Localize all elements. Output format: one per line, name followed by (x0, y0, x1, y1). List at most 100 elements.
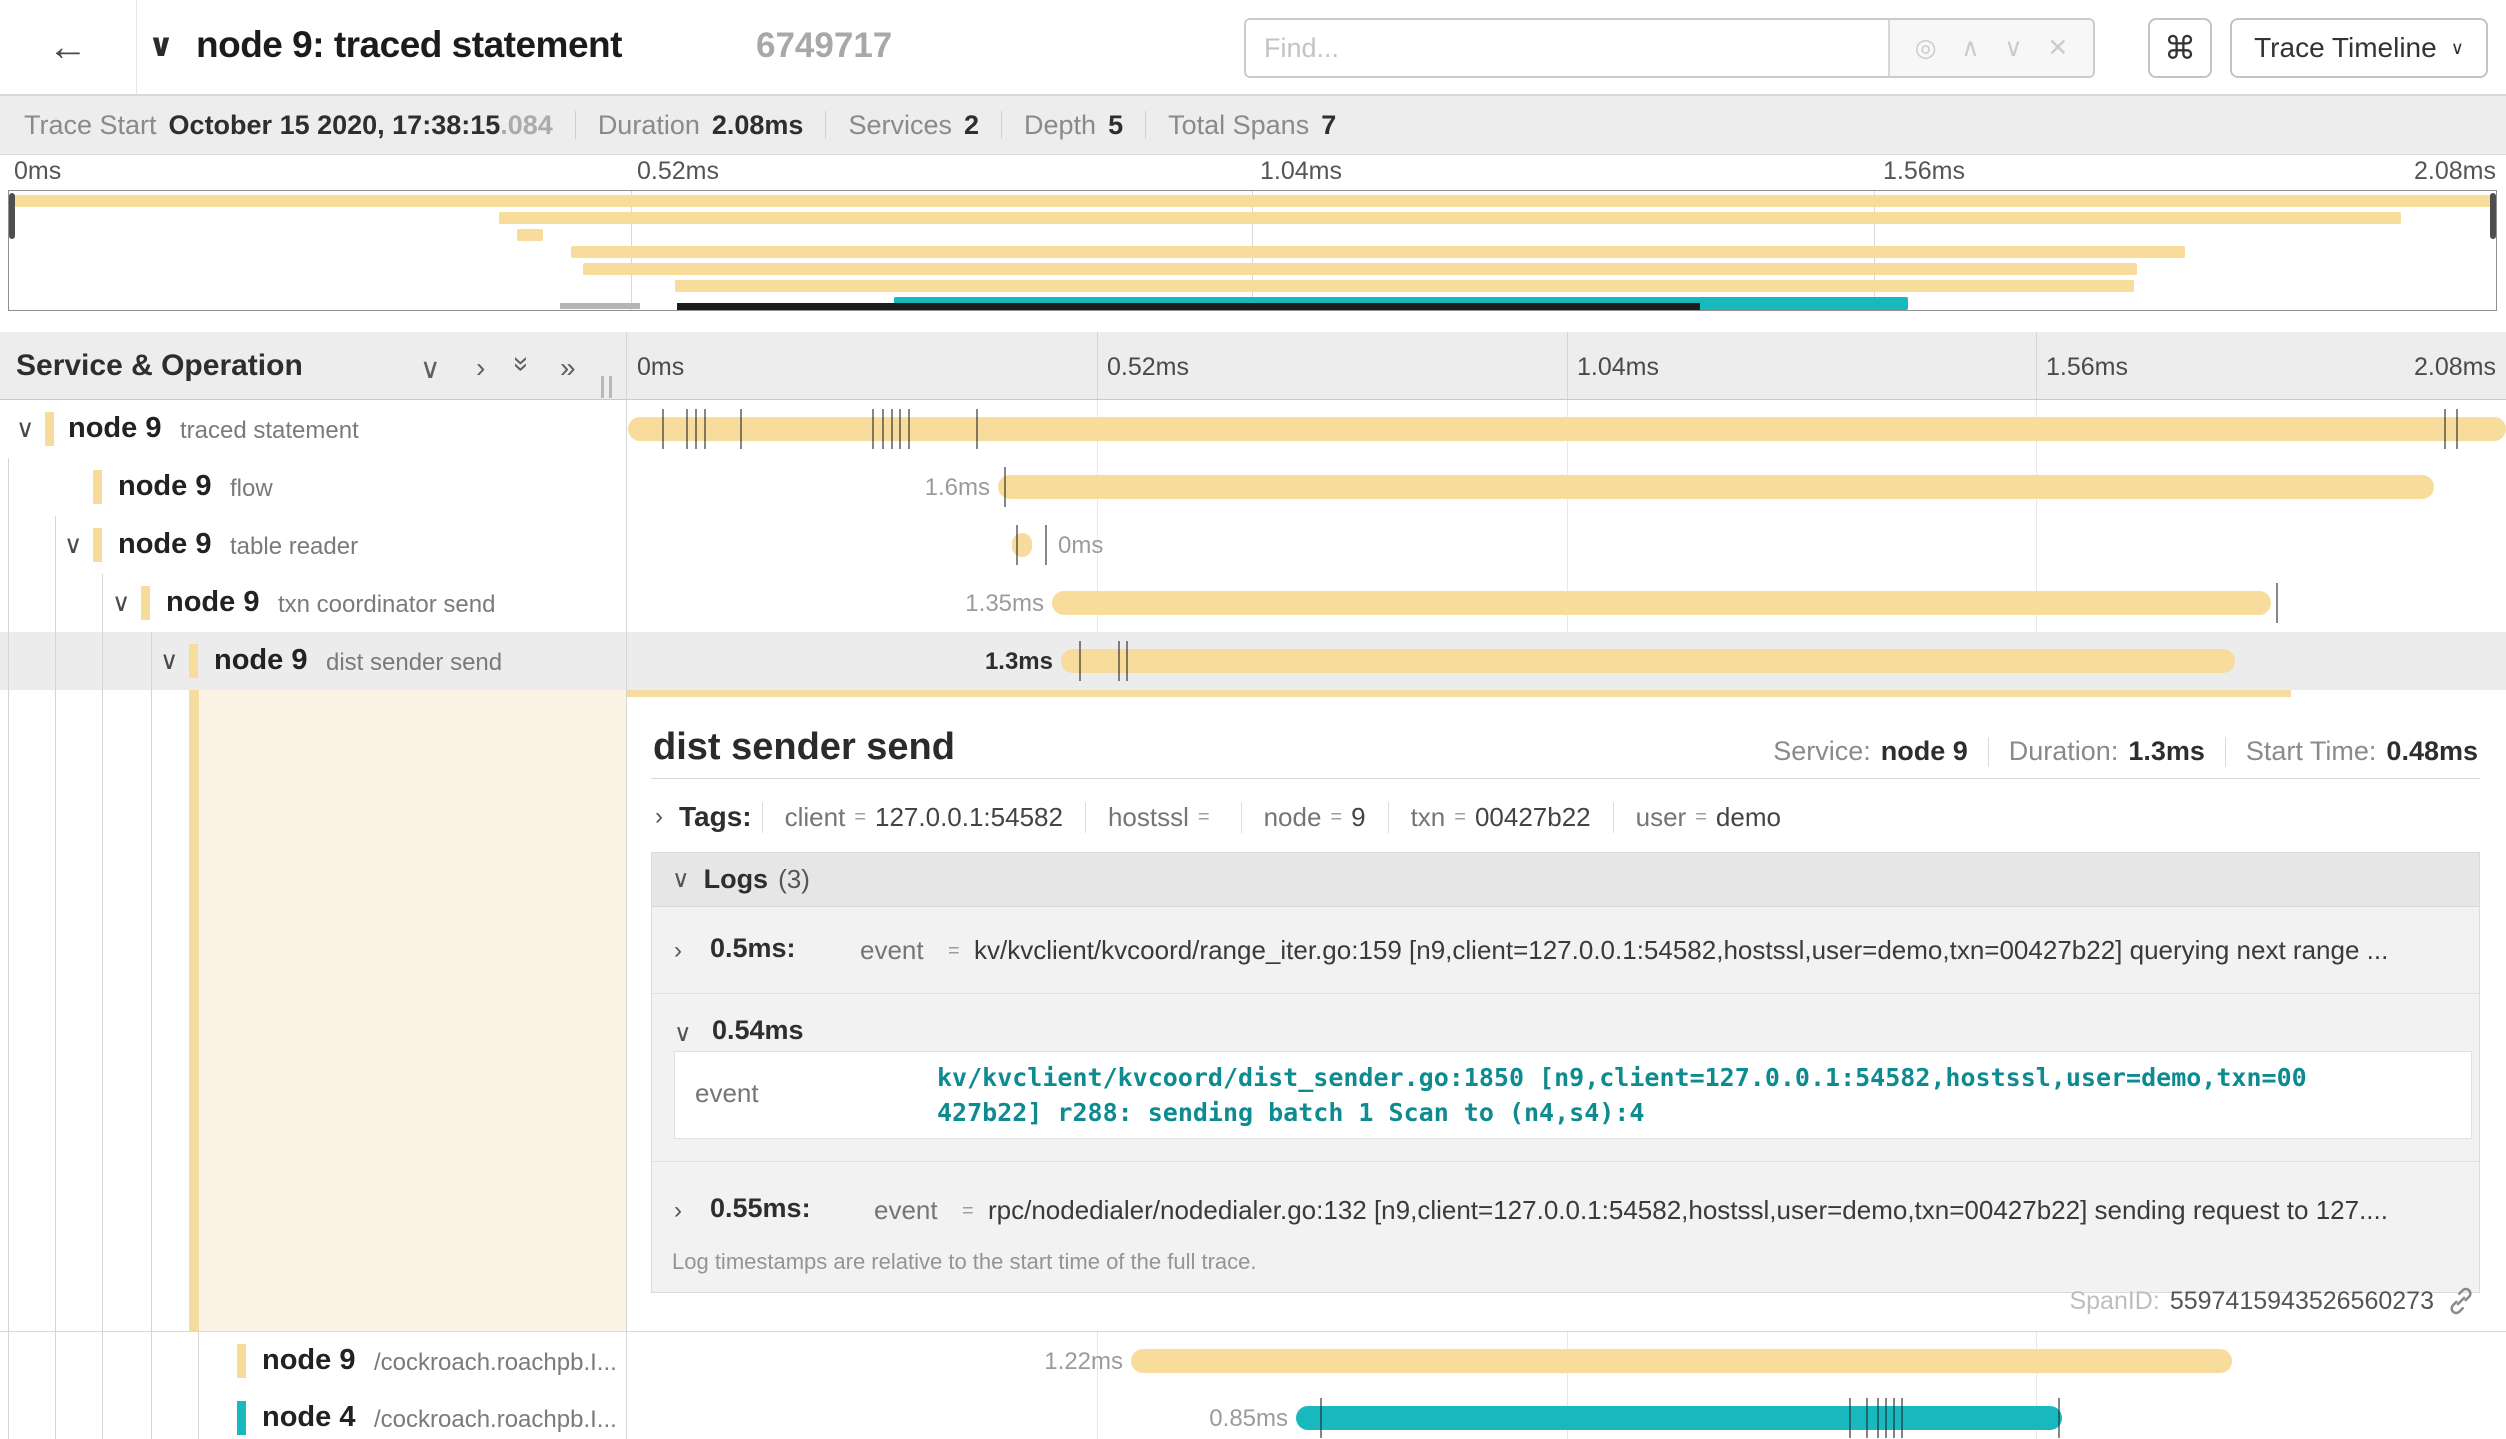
next-match-icon[interactable]: ∨ (2004, 33, 2022, 63)
collapse-one-icon[interactable]: ∨ (420, 352, 441, 385)
service-name[interactable]: node 9 (118, 528, 211, 561)
service-name[interactable]: node 4 (262, 1401, 355, 1434)
chevron-down-icon[interactable]: ∨ (674, 1019, 692, 1048)
collapse-all-icon[interactable]: » (506, 356, 538, 372)
view-select-button[interactable]: Trace Timeline ∨ (2230, 18, 2488, 78)
equals-sign: = (1695, 806, 1707, 829)
divider (575, 111, 576, 139)
link-icon[interactable] (2446, 1286, 2476, 1316)
expand-all-icon[interactable]: » (560, 352, 576, 384)
minimap-tick-2: 1.04ms (1260, 157, 1342, 186)
chevron-right-icon[interactable]: › (674, 1197, 682, 1225)
minimap-tick-4: 2.08ms (2414, 157, 2496, 186)
indent-guide (198, 1332, 199, 1439)
minimap-scroll-track[interactable] (560, 303, 640, 309)
equals-sign: = (1454, 806, 1466, 829)
operation-name[interactable]: /cockroach.roachpb.I... (374, 1406, 617, 1434)
title-collapse-icon[interactable]: ∨ (148, 26, 174, 64)
chevron-down-icon[interactable]: ∨ (64, 530, 82, 560)
logs-label: Logs (704, 864, 769, 895)
span-detail-panel: dist sender send Service: node 9 Duratio… (627, 690, 2506, 1332)
chevron-down-icon[interactable]: ∨ (112, 588, 130, 618)
span-bar[interactable] (998, 475, 2434, 499)
tag-key: client (785, 802, 846, 833)
tags-row[interactable]: › Tags: client = 127.0.0.1:54582 hostssl… (655, 794, 1803, 840)
equals-sign: = (948, 940, 960, 963)
operation-name[interactable]: dist sender send (326, 649, 502, 677)
span-color-bar (237, 1344, 246, 1378)
panel-divider[interactable] (626, 332, 627, 1439)
log-time[interactable]: 0.54ms (712, 1015, 804, 1046)
span-row-node9-batch[interactable]: node 9 /cockroach.roachpb.I... 1.22ms (0, 1332, 2506, 1389)
ruler-gridline (1097, 332, 1098, 399)
tag-value: 00427b22 (1475, 802, 1591, 833)
tags-label: Tags: (679, 801, 752, 833)
span-bar[interactable] (1012, 533, 1032, 557)
operation-name[interactable]: txn coordinator send (278, 591, 495, 619)
minimap-right-scrubber[interactable] (2490, 193, 2496, 239)
find-input[interactable] (1246, 20, 1888, 76)
operation-name[interactable]: flow (230, 475, 273, 503)
span-row-table-reader[interactable]: ∨ node 9 table reader 0ms (0, 516, 2506, 574)
clear-search-icon[interactable]: ✕ (2047, 33, 2068, 63)
equals-sign: = (1330, 806, 1342, 829)
span-row-flow[interactable]: node 9 flow 1.6ms (0, 458, 2506, 516)
span-row-dist-sender-send[interactable]: ∨ node 9 dist sender send 1.3ms (0, 632, 2506, 690)
expand-one-icon[interactable]: › (476, 352, 485, 384)
duration-label: Duration (598, 110, 700, 141)
span-row-node4-batch[interactable]: node 4 /cockroach.roachpb.I... 0.85ms (0, 1389, 2506, 1439)
chevron-down-icon[interactable]: ∨ (672, 865, 690, 894)
back-button[interactable]: ← (0, 0, 137, 94)
chevron-right-icon[interactable]: › (655, 803, 663, 831)
chevron-right-icon[interactable]: › (674, 937, 682, 965)
minimap-viewport-bar[interactable] (677, 303, 1700, 310)
depth-label: Depth (1024, 110, 1096, 141)
service-name[interactable]: node 9 (68, 412, 161, 445)
span-row-txn-coordinator-send[interactable]: ∨ node 9 txn coordinator send 1.35ms (0, 574, 2506, 632)
operation-name[interactable]: traced statement (180, 417, 359, 445)
log-time[interactable]: 0.5ms: (710, 933, 796, 964)
span-bar[interactable] (1131, 1349, 2232, 1373)
ruler-tick-2: 1.04ms (1577, 353, 1659, 382)
ruler-tick-3: 1.56ms (2046, 353, 2128, 382)
service-name[interactable]: node 9 (166, 586, 259, 619)
span-id-row: SpanID: 5597415943526560273 (2069, 1286, 2476, 1316)
log-field-value: kv/kvclient/kvcoord/dist_sender.go:1850 … (937, 1060, 2313, 1130)
log-key: event (874, 1195, 938, 1226)
minimap-left-scrubber[interactable] (9, 193, 15, 239)
prev-match-icon[interactable]: ∧ (1961, 33, 1979, 63)
indent-guide (55, 516, 56, 1439)
duration-label: Duration: (2009, 736, 2119, 767)
locate-icon[interactable]: ◎ (1915, 33, 1937, 63)
panel-resize-grip[interactable] (601, 376, 612, 398)
span-duration-label: 1.22ms (963, 1348, 1123, 1376)
chevron-down-icon[interactable]: ∨ (16, 414, 34, 444)
trace-id: 6749717 (756, 26, 892, 66)
span-duration-label: 1.35ms (884, 590, 1044, 618)
tag-key: hostssl (1108, 802, 1189, 833)
span-bar[interactable] (1052, 591, 2271, 615)
span-duration-label: 1.6ms (830, 474, 990, 502)
minimap-canvas[interactable] (8, 190, 2497, 311)
operation-name[interactable]: /cockroach.roachpb.I... (374, 1349, 617, 1377)
total-spans-label: Total Spans (1168, 110, 1309, 141)
span-bar[interactable] (1296, 1406, 2062, 1430)
tag-key: user (1636, 802, 1687, 833)
service-name[interactable]: node 9 (214, 644, 307, 677)
tag-item: user = demo (1613, 802, 1803, 833)
equals-sign: = (854, 806, 866, 829)
chevron-down-icon[interactable]: ∨ (160, 646, 178, 676)
span-bar[interactable] (1061, 649, 2235, 673)
service-name[interactable]: node 9 (118, 470, 211, 503)
indent-guide (8, 458, 9, 1439)
service-name[interactable]: node 9 (262, 1344, 355, 1377)
operation-name[interactable]: table reader (230, 533, 358, 561)
tag-item: hostssl = (1085, 802, 1241, 833)
detail-left-highlight (199, 690, 626, 1332)
log-time[interactable]: 0.55ms: (710, 1193, 811, 1224)
log-value: rpc/nodedialer/nodedialer.go:132 [n9,cli… (988, 1195, 2458, 1226)
logs-header[interactable]: ∨ Logs (3) (652, 853, 2479, 907)
divider (652, 1161, 2479, 1162)
span-row-traced-statement[interactable]: ∨ node 9 traced statement (0, 400, 2506, 458)
keyboard-shortcuts-button[interactable]: ⌘ (2148, 18, 2212, 78)
